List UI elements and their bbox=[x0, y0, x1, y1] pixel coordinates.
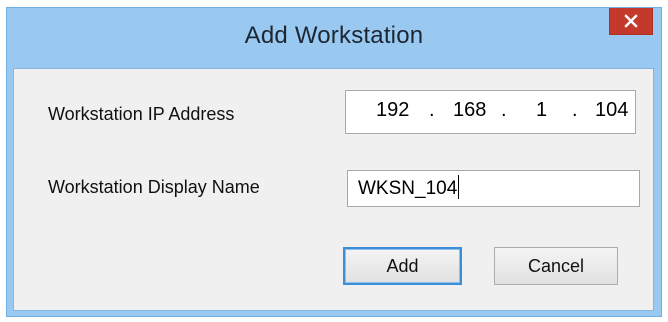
close-button[interactable] bbox=[609, 8, 653, 35]
add-workstation-dialog: Add Workstation Workstation IP Address 1… bbox=[6, 7, 662, 317]
ip-octet-4[interactable]: 104 bbox=[595, 99, 628, 122]
ip-octet-1[interactable]: 192 bbox=[376, 99, 409, 122]
text-caret bbox=[458, 175, 460, 199]
ip-address-input[interactable]: 192 . 168 . 1 . 104 bbox=[345, 90, 636, 134]
dialog-title: Add Workstation bbox=[244, 22, 424, 49]
dialog-body: Workstation IP Address 192 . 168 . 1 . 1… bbox=[13, 68, 654, 311]
display-name-label: Workstation Display Name bbox=[48, 177, 260, 197]
display-name-input[interactable]: WKSN_104 bbox=[347, 170, 640, 207]
cancel-button[interactable]: Cancel bbox=[494, 247, 618, 285]
close-icon bbox=[624, 14, 638, 28]
display-name-value: WKSN_104 bbox=[358, 178, 458, 199]
ip-separator: . bbox=[572, 99, 578, 121]
ip-address-label: Workstation IP Address bbox=[48, 104, 235, 124]
title-bar[interactable]: Add Workstation bbox=[7, 8, 661, 68]
ip-separator: . bbox=[501, 99, 507, 121]
ip-octet-2[interactable]: 168 bbox=[453, 99, 486, 122]
add-button[interactable]: Add bbox=[343, 247, 462, 285]
ip-separator: . bbox=[429, 99, 435, 121]
ip-octet-3[interactable]: 1 bbox=[536, 99, 547, 122]
